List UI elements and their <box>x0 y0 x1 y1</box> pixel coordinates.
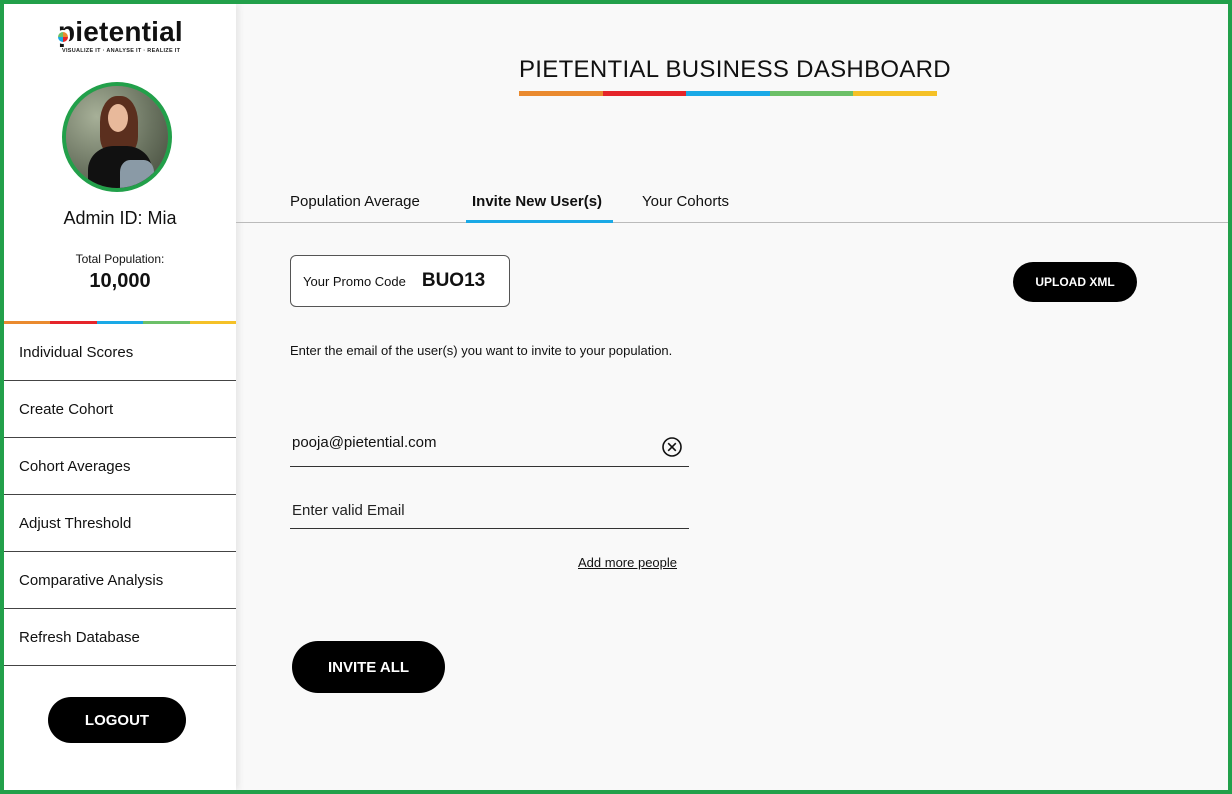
active-tab-indicator <box>466 220 613 223</box>
promo-code-label: Your Promo Code <box>303 273 406 289</box>
logout-button[interactable]: LOGOUT <box>48 697 186 743</box>
title-bar-segment-green <box>769 91 854 96</box>
admin-id: Admin ID: Mia <box>63 208 177 228</box>
add-more-people-link[interactable]: Add more people <box>578 555 677 570</box>
logo-wordmark: pietential <box>58 16 183 47</box>
app-window: pietential VISUALIZE IT · ANALYSE IT · R… <box>0 0 1232 794</box>
title-bar-segment-orange <box>519 91 603 96</box>
sidebar-item-create-cohort[interactable]: Create Cohort <box>4 381 236 438</box>
promo-code-value: BUO13 <box>421 270 486 291</box>
total-population-label: Total Population: <box>75 252 165 266</box>
sidebar: pietential VISUALIZE IT · ANALYSE IT · R… <box>4 4 237 790</box>
email-field-1 <box>290 434 689 467</box>
upload-xml-button[interactable]: UPLOAD XML <box>1013 262 1137 302</box>
logo-pie-icon <box>56 30 70 44</box>
pietential-logo[interactable]: pietential VISUALIZE IT · ANALYSE IT · R… <box>54 16 184 56</box>
tab-population-average[interactable]: Population Average <box>290 193 420 210</box>
title-color-bar <box>519 91 937 96</box>
sidebar-item-cohort-averages[interactable]: Cohort Averages <box>4 438 236 495</box>
promo-code-box: Your Promo Code BUO13 <box>290 255 510 307</box>
clear-circle-x-icon[interactable] <box>661 436 683 458</box>
title-bar-segment-yellow <box>853 91 937 96</box>
logo-tagline: VISUALIZE IT · ANALYSE IT · REALIZE IT <box>62 48 181 54</box>
title-bar-segment-blue <box>686 91 770 96</box>
title-bar-segment-red <box>602 91 687 96</box>
tab-bar: Population Average Invite New User(s) Yo… <box>236 189 1228 223</box>
invite-all-button[interactable]: INVITE ALL <box>292 641 445 693</box>
tab-your-cohorts[interactable]: Your Cohorts <box>642 193 729 210</box>
sidebar-menu: Individual Scores Create Cohort Cohort A… <box>4 324 236 666</box>
main-content: PIETENTIAL BUSINESS DASHBOARD Population… <box>236 4 1228 790</box>
tab-invite-new-users[interactable]: Invite New User(s) <box>472 193 602 210</box>
sidebar-item-adjust-threshold[interactable]: Adjust Threshold <box>4 495 236 552</box>
email-input-1[interactable] <box>290 434 650 451</box>
sidebar-item-individual-scores[interactable]: Individual Scores <box>4 324 236 381</box>
sidebar-item-refresh-database[interactable]: Refresh Database <box>4 609 236 666</box>
avatar <box>62 82 172 192</box>
email-input-2[interactable] <box>290 502 650 519</box>
invite-instructions: Enter the email of the user(s) you want … <box>290 343 673 358</box>
total-population-value: 10,000 <box>89 270 151 292</box>
page-title: PIETENTIAL BUSINESS DASHBOARD <box>519 56 951 83</box>
email-field-2 <box>290 502 689 529</box>
sidebar-item-comparative-analysis[interactable]: Comparative Analysis <box>4 552 236 609</box>
